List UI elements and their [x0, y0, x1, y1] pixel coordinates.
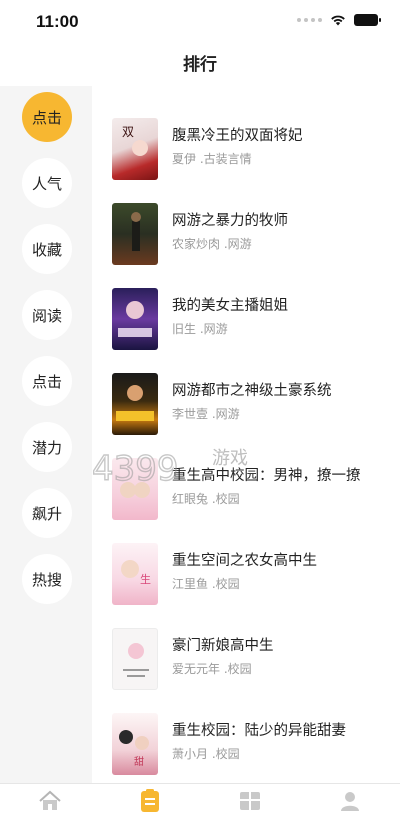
list-item[interactable]: 重生高中校园：男神，撩一撩 红眼兔 .校园: [92, 458, 400, 538]
page-title: 排行: [183, 55, 217, 75]
book-meta: 夏伊 .古装言情: [172, 152, 252, 166]
book-title: 网游都市之神级土豪系统: [172, 383, 332, 399]
status-bar: 11:00: [0, 0, 400, 44]
book-meta: 江里鱼 .校园: [172, 577, 240, 591]
list-item[interactable]: 我的美女主播姐姐 旧生 .网游: [92, 288, 400, 368]
book-title: 我的美女主播姐姐: [172, 298, 288, 314]
profile-icon: [341, 792, 359, 811]
svg-text:生: 生: [140, 572, 151, 586]
status-time: 11:00: [36, 12, 79, 31]
book-meta: 萧小月 .校园: [172, 747, 240, 761]
book-title: 重生空间之农女高中生: [172, 553, 317, 569]
book-title: 重生高中校园：男神，撩一撩: [172, 468, 361, 484]
book-cover: 生: [112, 543, 158, 605]
book-cover: [112, 288, 158, 350]
book-cover: [112, 203, 158, 265]
book-cover: 甜: [112, 713, 158, 775]
bottom-tab-bar: [0, 783, 400, 815]
sidebar-item-favorites[interactable]: 收藏: [22, 224, 72, 274]
list-item[interactable]: 双 腹黑冷王的双面将妃 夏伊 .古装言情: [92, 118, 400, 198]
status-icons: [297, 14, 381, 26]
list-item[interactable]: 网游之暴力的牧师 农家炒肉 .网游: [92, 203, 400, 283]
book-title: 重生校园：陆少的异能甜妻: [172, 723, 346, 739]
book-title: 豪门新娘高中生: [172, 638, 274, 654]
signal-icon: [297, 18, 322, 22]
list-item[interactable]: 豪门新娘高中生 爱无元年 .校园: [92, 628, 400, 708]
tab-category[interactable]: [236, 788, 264, 814]
svg-text:甜: 甜: [134, 755, 144, 768]
book-cover: [112, 373, 158, 435]
book-meta: 李世壹 .网游: [172, 407, 240, 421]
book-cover: [112, 628, 158, 690]
ranking-category-sidebar: 点击 人气 收藏 阅读 点击 潜力 飙升 热搜: [0, 86, 92, 783]
book-meta: 农家炒肉 .网游: [172, 237, 252, 251]
sidebar-item-popularity[interactable]: 人气: [22, 158, 72, 208]
category-icon: [240, 792, 260, 810]
sidebar-item-clicks-2[interactable]: 点击: [22, 356, 72, 406]
book-title: 网游之暴力的牧师: [172, 213, 288, 229]
header: 排行: [0, 44, 400, 86]
sidebar-item-potential[interactable]: 潜力: [22, 422, 72, 472]
list-item[interactable]: 甜 重生校园：陆少的异能甜妻 萧小月 .校园: [92, 713, 400, 783]
tab-home[interactable]: [36, 788, 64, 814]
tab-ranking[interactable]: [136, 788, 164, 814]
home-icon: [39, 790, 61, 810]
book-cover: 双: [112, 118, 158, 180]
sidebar-item-clicks[interactable]: 点击: [22, 92, 72, 142]
sidebar-item-hot-search[interactable]: 热搜: [22, 554, 72, 604]
svg-text:双: 双: [122, 125, 134, 139]
sidebar-item-reads[interactable]: 阅读: [22, 290, 72, 340]
book-meta: 爱无元年 .校园: [172, 662, 252, 676]
wifi-icon: [331, 15, 345, 26]
book-ranking-list: 双 腹黑冷王的双面将妃 夏伊 .古装言情 网游之暴力的牧师 农家炒肉 .网游 我…: [92, 86, 400, 783]
book-meta: 红眼兔 .校园: [172, 492, 240, 506]
book-title: 腹黑冷王的双面将妃: [172, 128, 303, 144]
list-item[interactable]: 生 重生空间之农女高中生 江里鱼 .校园: [92, 543, 400, 623]
bookshelf-icon: [141, 789, 159, 812]
book-cover: [112, 458, 158, 520]
sidebar-item-rising[interactable]: 飙升: [22, 488, 72, 538]
tab-profile[interactable]: [336, 788, 364, 814]
battery-icon: [354, 14, 381, 26]
book-meta: 旧生 .网游: [172, 322, 228, 336]
list-item[interactable]: 网游都市之神级土豪系统 李世壹 .网游: [92, 373, 400, 453]
